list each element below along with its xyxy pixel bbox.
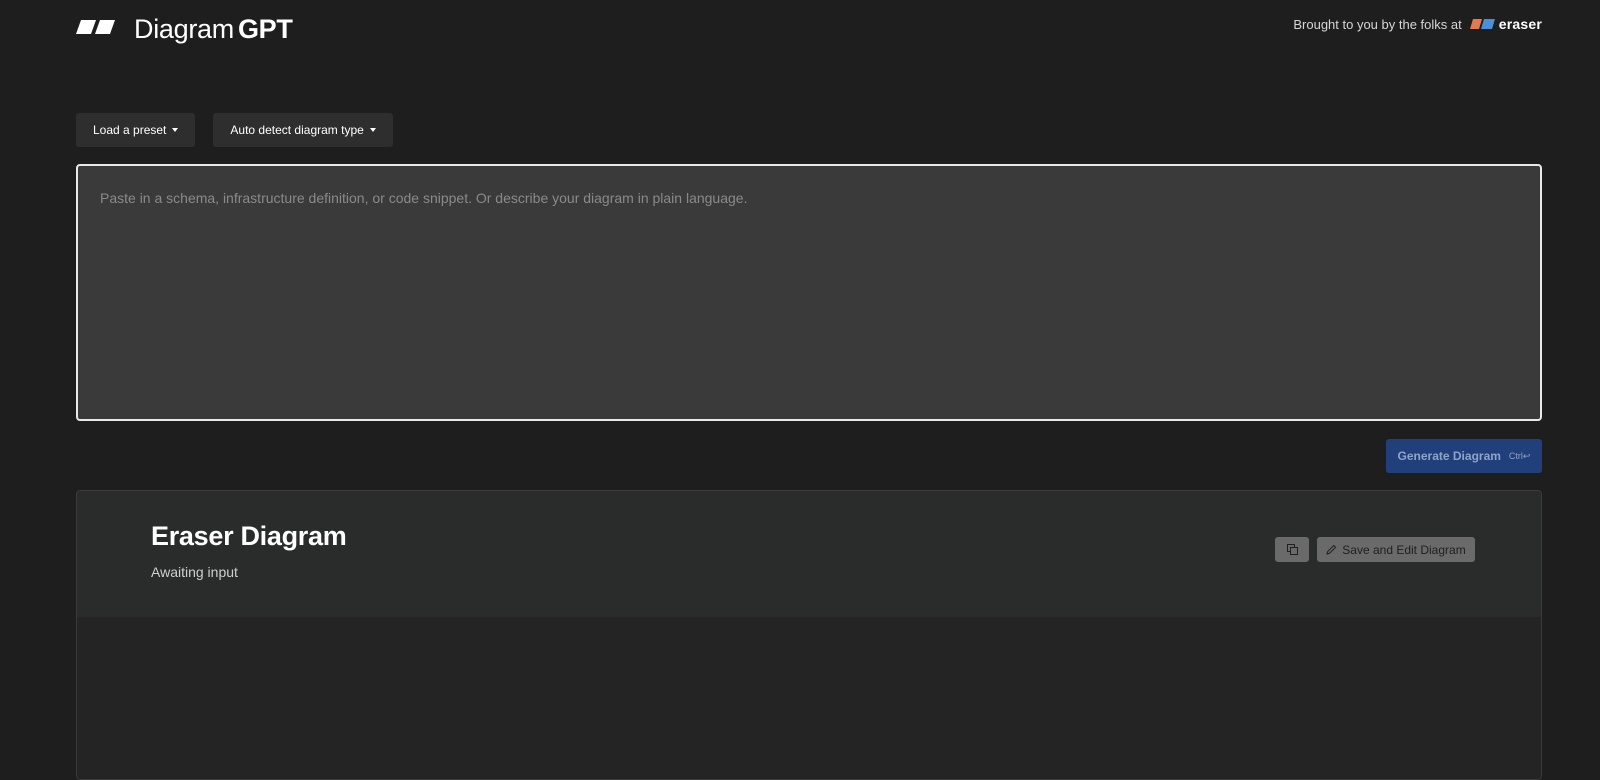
result-status: Awaiting input — [151, 564, 238, 580]
load-preset-dropdown[interactable]: Load a preset — [76, 113, 196, 147]
brought-by-eraser-link[interactable]: Brought to you by the folks at eraser — [1293, 16, 1542, 32]
caret-down-icon — [369, 128, 376, 132]
diagramgpt-logo-icon — [76, 20, 115, 34]
eraser-wordmark: eraser — [1498, 16, 1542, 32]
caret-down-icon — [172, 128, 179, 132]
eraser-logo-icon — [1469, 18, 1495, 29]
diagram-canvas — [77, 617, 1541, 779]
diagram-input-container — [76, 164, 1542, 421]
logo-text: Diagram GPT — [134, 14, 293, 44]
save-and-edit-button[interactable]: Save and Edit Diagram — [1317, 537, 1475, 562]
logo-text-light: Diagram — [134, 14, 234, 44]
result-title: Eraser Diagram — [151, 521, 347, 551]
toolbar: Load a preset Auto detect diagram type — [76, 113, 393, 147]
diagram-type-label: Auto detect diagram type — [230, 123, 364, 137]
pencil-icon — [1326, 544, 1337, 555]
app-header: Diagram GPT Brought to you by the folks a… — [76, 8, 1542, 48]
result-header: Eraser Diagram Awaiting input Save and E… — [77, 491, 1541, 617]
load-preset-label: Load a preset — [93, 123, 167, 137]
save-and-edit-label: Save and Edit Diagram — [1342, 542, 1466, 557]
generate-diagram-button[interactable]: Generate Diagram Ctrl↩ — [1386, 439, 1542, 473]
keyboard-shortcut-hint: Ctrl↩ — [1508, 450, 1531, 461]
logo-text-bold: GPT — [237, 14, 293, 44]
generate-diagram-label: Generate Diagram — [1397, 449, 1501, 463]
diagram-type-dropdown[interactable]: Auto detect diagram type — [213, 113, 393, 147]
copy-icon — [1286, 544, 1298, 555]
brought-by-text: Brought to you by the folks at — [1293, 16, 1462, 32]
diagram-input-textarea[interactable] — [78, 166, 1540, 419]
result-panel: Eraser Diagram Awaiting input Save and E… — [76, 490, 1542, 780]
copy-button[interactable] — [1275, 537, 1309, 562]
diagramgpt-logo[interactable]: Diagram GPT — [76, 14, 293, 44]
